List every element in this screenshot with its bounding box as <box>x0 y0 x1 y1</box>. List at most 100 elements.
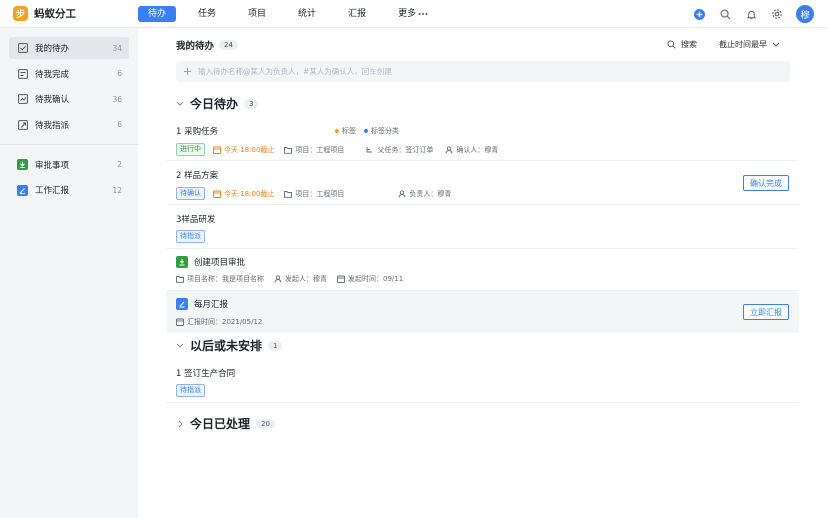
sidebar-item-to-confirm[interactable]: 待我确认 36 <box>9 88 129 110</box>
task-row[interactable]: 1 采购任务 标签 标签分类 进行中 今天 18:00截止 项目：工程项目 父任 <box>167 117 799 161</box>
due-date[interactable]: 今天 18:00截止 <box>213 145 274 155</box>
status-badge[interactable]: 待指派 <box>176 384 205 397</box>
task-title: 2 样品方案 <box>176 169 218 181</box>
sidebar-divider <box>0 143 138 145</box>
label-tag[interactable]: 标签 <box>335 126 356 136</box>
search-button[interactable]: 搜索 <box>667 39 697 50</box>
status-badge[interactable]: 进行中 <box>176 143 205 156</box>
task-meta: 项目名称：我是项目名称 发起人：穆青 发起时间：09/11 <box>176 274 403 284</box>
sidebar-item-to-assign[interactable]: 待我指派 6 <box>9 114 129 136</box>
task-confirmer[interactable]: 确认人：穆青 <box>445 145 498 155</box>
section-later-header[interactable]: 以后或未安排 1 <box>176 337 283 354</box>
nav-tab-tasks[interactable]: 任务 <box>188 6 226 22</box>
folder-icon <box>284 146 293 154</box>
task-row[interactable]: 1 签订生产合同 待指派 <box>167 359 799 403</box>
task-row[interactable]: 3样品研发 待指派 <box>167 205 799 249</box>
chevron-down-icon <box>176 342 184 350</box>
task-project[interactable]: 项目：工程项目 <box>284 189 344 199</box>
calendar-icon <box>176 318 184 326</box>
section-count-badge: 20 <box>256 418 275 429</box>
user-icon <box>398 189 406 198</box>
label-text: 标签分类 <box>371 127 399 135</box>
task-title: 1 签订生产合同 <box>176 367 235 379</box>
search-icon[interactable] <box>718 7 732 21</box>
sidebar-item-count: 6 <box>117 69 122 78</box>
task-meta: 待确认 今天 18:00截止 项目：工程项目 负责人：穆青 <box>176 187 451 200</box>
edit-icon <box>17 184 28 196</box>
user-avatar[interactable]: 穆 <box>796 5 814 23</box>
search-label: 搜索 <box>681 40 697 49</box>
confirm-icon <box>17 94 28 105</box>
folder-icon <box>284 190 293 198</box>
task-parent[interactable]: 父任务：签订订单 <box>366 145 433 155</box>
task-owner[interactable]: 负责人：穆青 <box>398 189 451 199</box>
sort-label: 截止时间最早 <box>719 40 767 49</box>
main-nav: 待办 任务 项目 统计 汇报 更多 <box>138 0 450 28</box>
main-header: 我的待办 24 <box>176 38 238 52</box>
owner-text: 负责人：穆青 <box>409 189 452 198</box>
status-badge[interactable]: 待确认 <box>176 187 205 200</box>
task-meta: 待指派 <box>176 230 205 243</box>
task-meta: 进行中 今天 18:00截止 项目：工程项目 父任务：签订订单 确认人：穆青 <box>176 143 498 156</box>
brand[interactable]: 步 蚂蚁分工 <box>0 6 138 21</box>
time-text: 发起时间：09/11 <box>348 275 404 283</box>
add-icon[interactable] <box>692 7 706 21</box>
sidebar-item-to-complete[interactable]: 待我完成 6 <box>9 63 129 85</box>
download-icon <box>17 159 28 170</box>
task-title-text: 1 签订生产合同 <box>176 369 236 379</box>
task-title-text: 创建项目审批 <box>194 258 246 268</box>
sidebar-item-label: 我的待办 <box>35 44 70 54</box>
page-title: 我的待办 <box>176 41 215 52</box>
section-title: 以后或未安排 <box>190 339 263 353</box>
edit-icon <box>176 298 188 310</box>
nav-tab-projects[interactable]: 项目 <box>238 6 276 22</box>
task-project[interactable]: 项目：工程项目 <box>284 145 344 155</box>
bell-icon[interactable] <box>744 7 758 21</box>
section-title: 今日待办 <box>190 97 239 111</box>
nav-tab-stats[interactable]: 统计 <box>288 6 326 22</box>
approval-row[interactable]: 创建项目审批 项目名称：我是项目名称 发起人：穆青 发起时间：09/11 <box>167 249 799 291</box>
task-title: 3样品研发 <box>176 213 215 225</box>
checkbox-icon <box>17 43 28 54</box>
nav-more-label: 更多 <box>398 8 417 19</box>
chevron-down-icon <box>772 42 780 47</box>
top-actions: 穆 <box>692 5 814 23</box>
status-badge[interactable]: 待指派 <box>176 230 205 243</box>
top-bar: 步 蚂蚁分工 待办 任务 项目 统计 汇报 更多 穆 <box>0 0 828 28</box>
sidebar-item-approvals[interactable]: 审批事项 2 <box>9 154 129 176</box>
nav-tab-todo[interactable]: 待办 <box>138 5 177 22</box>
due-date[interactable]: 今天 18:00截止 <box>213 189 274 199</box>
sidebar: 我的待办 34 待我完成 6 待我确认 36 待我指派 6 审批事项 2 工作汇… <box>0 28 138 518</box>
task-title: 创建项目审批 <box>176 256 245 268</box>
sidebar-item-label: 待我完成 <box>35 69 70 80</box>
nav-tab-reports[interactable]: 汇报 <box>338 6 376 22</box>
task-row[interactable]: 2 样品方案 待确认 今天 18:00截止 项目：工程项目 负责人：穆青 确认完… <box>167 161 799 205</box>
chevron-right-icon <box>176 420 184 428</box>
project-text: 项目：工程项目 <box>295 145 345 154</box>
report-now-button[interactable]: 立即汇报 <box>743 304 789 320</box>
hierarchy-icon <box>366 146 373 152</box>
sort-dropdown[interactable]: 截止时间最早 <box>719 39 780 50</box>
confirm-complete-button[interactable]: 确认完成 <box>743 175 789 191</box>
section-done-header[interactable]: 今日已处理 20 <box>176 415 275 432</box>
gear-icon[interactable] <box>770 7 784 21</box>
task-title-text: 1 采购任务 <box>176 127 219 137</box>
todo-count-badge: 24 <box>219 40 238 50</box>
nav-more[interactable]: 更多 <box>388 6 438 22</box>
label-category-tag[interactable]: 标签分类 <box>364 126 399 136</box>
user-icon <box>274 275 282 283</box>
create-todo-placeholder: 输入待办名称@某人为负责人，#某人为确认人，回车创建 <box>198 67 392 76</box>
section-count-badge: 1 <box>268 340 283 351</box>
sidebar-item-work-reports[interactable]: 工作汇报 12 <box>9 179 129 201</box>
folder-icon <box>176 276 184 283</box>
sidebar-item-count: 36 <box>112 94 122 104</box>
section-today-header[interactable]: 今日待办 3 <box>176 95 259 112</box>
app-name: 蚂蚁分工 <box>34 8 76 20</box>
sidebar-item-label: 待我确认 <box>35 95 70 105</box>
due-text: 今天 18:00截止 <box>224 189 275 198</box>
create-todo-input[interactable]: 输入待办名称@某人为负责人，#某人为确认人，回车创建 <box>176 61 790 82</box>
report-row[interactable]: 每月汇报 汇报时间：2021/05/12 立即汇报 <box>167 291 799 333</box>
section-count-badge: 3 <box>244 98 259 109</box>
sidebar-item-count: 2 <box>117 160 122 169</box>
sidebar-item-my-todo[interactable]: 我的待办 34 <box>9 37 129 59</box>
